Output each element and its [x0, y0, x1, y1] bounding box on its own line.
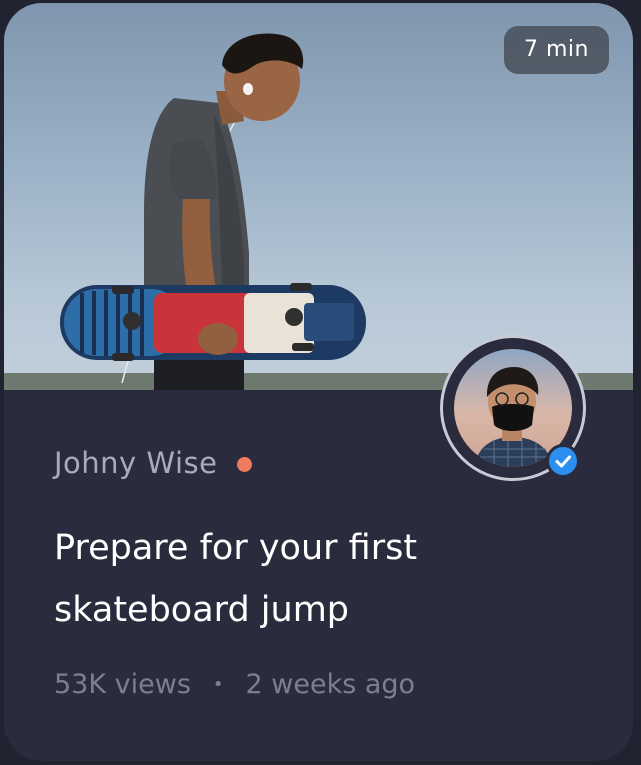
posted-time: 2 weeks ago: [245, 669, 416, 700]
article-meta: 53K views • 2 weeks ago: [54, 669, 415, 700]
article-title[interactable]: Prepare for your first skateboard jump: [54, 517, 574, 641]
author-avatar-ring[interactable]: [440, 335, 586, 481]
author-row: Johny Wise: [54, 446, 253, 480]
author-name[interactable]: Johny Wise: [54, 446, 217, 480]
view-count: 53K views: [54, 669, 191, 700]
article-card[interactable]: 7 min Johny Wise Prepare for your first …: [4, 3, 633, 761]
hero-image: 7 min: [4, 3, 633, 390]
online-status-dot: [237, 456, 253, 472]
meta-separator: •: [212, 674, 224, 695]
verified-badge-icon: [546, 444, 580, 478]
duration-badge: 7 min: [504, 26, 609, 74]
